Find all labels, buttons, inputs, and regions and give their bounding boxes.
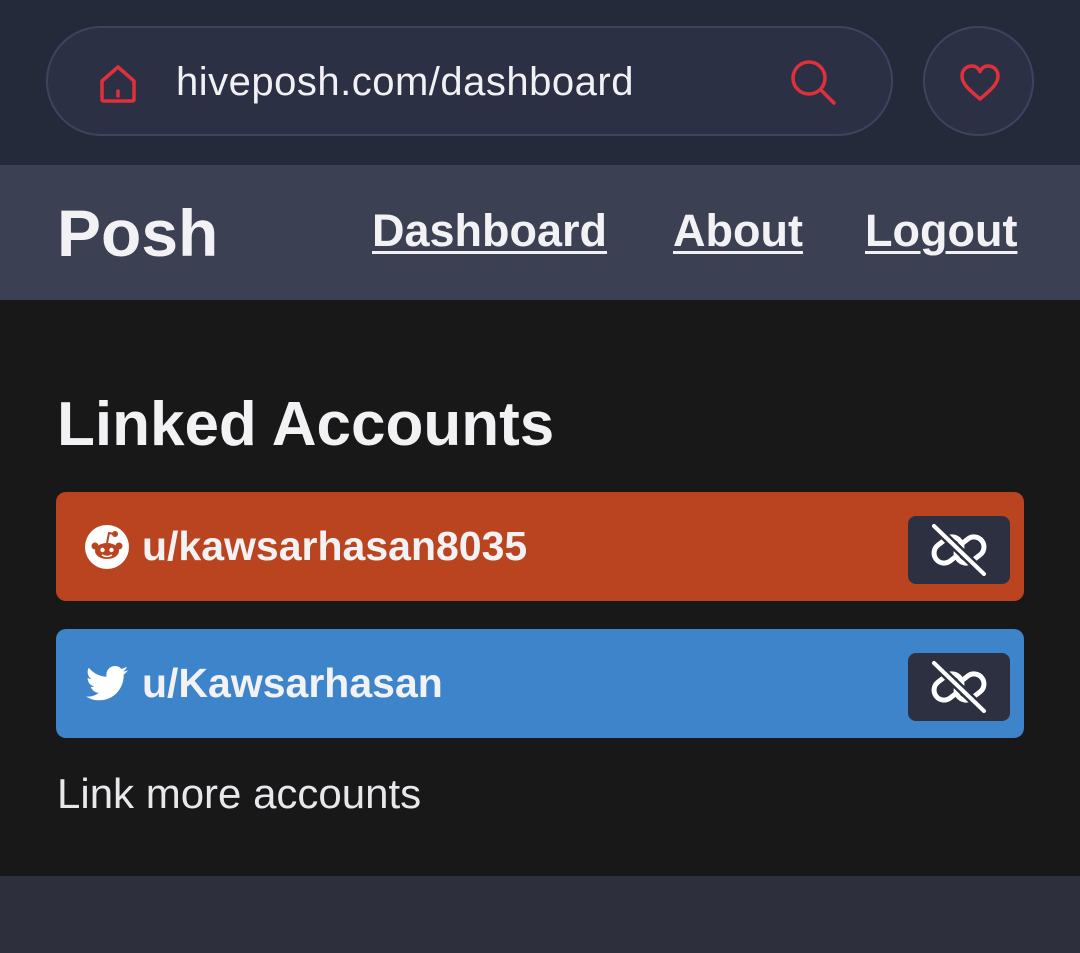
unlink-icon — [930, 659, 988, 715]
nav-about[interactable]: About — [673, 203, 803, 259]
main-content: Linked Accounts u/kawsarhasan8035 u/Kaws… — [0, 300, 1080, 876]
unlink-reddit-button[interactable] — [908, 516, 1010, 584]
twitter-icon — [84, 661, 130, 707]
favorite-button[interactable] — [923, 26, 1034, 136]
browser-toolbar: hiveposh.com/dashboard — [0, 0, 1080, 165]
linked-account-twitter: u/Kawsarhasan — [56, 629, 1024, 738]
link-more-accounts-link[interactable]: Link more accounts — [57, 768, 421, 820]
page-title: Linked Accounts — [57, 390, 555, 459]
address-bar[interactable]: hiveposh.com/dashboard — [46, 26, 893, 136]
search-icon[interactable] — [788, 57, 838, 107]
brand-logo[interactable]: Posh — [57, 195, 218, 271]
home-icon[interactable] — [96, 61, 140, 105]
linked-account-reddit: u/kawsarhasan8035 — [56, 492, 1024, 601]
heart-icon — [960, 64, 1000, 101]
nav-dashboard[interactable]: Dashboard — [372, 203, 607, 259]
unlink-twitter-button[interactable] — [908, 653, 1010, 721]
unlink-icon — [930, 522, 988, 578]
url-text[interactable]: hiveposh.com/dashboard — [176, 56, 634, 108]
account-handle: u/Kawsarhasan — [142, 660, 443, 706]
nav-logout[interactable]: Logout — [865, 203, 1017, 259]
site-header: Posh Dashboard About Logout — [0, 165, 1080, 300]
account-handle: u/kawsarhasan8035 — [142, 523, 528, 569]
footer — [0, 876, 1080, 953]
reddit-icon — [84, 524, 130, 570]
